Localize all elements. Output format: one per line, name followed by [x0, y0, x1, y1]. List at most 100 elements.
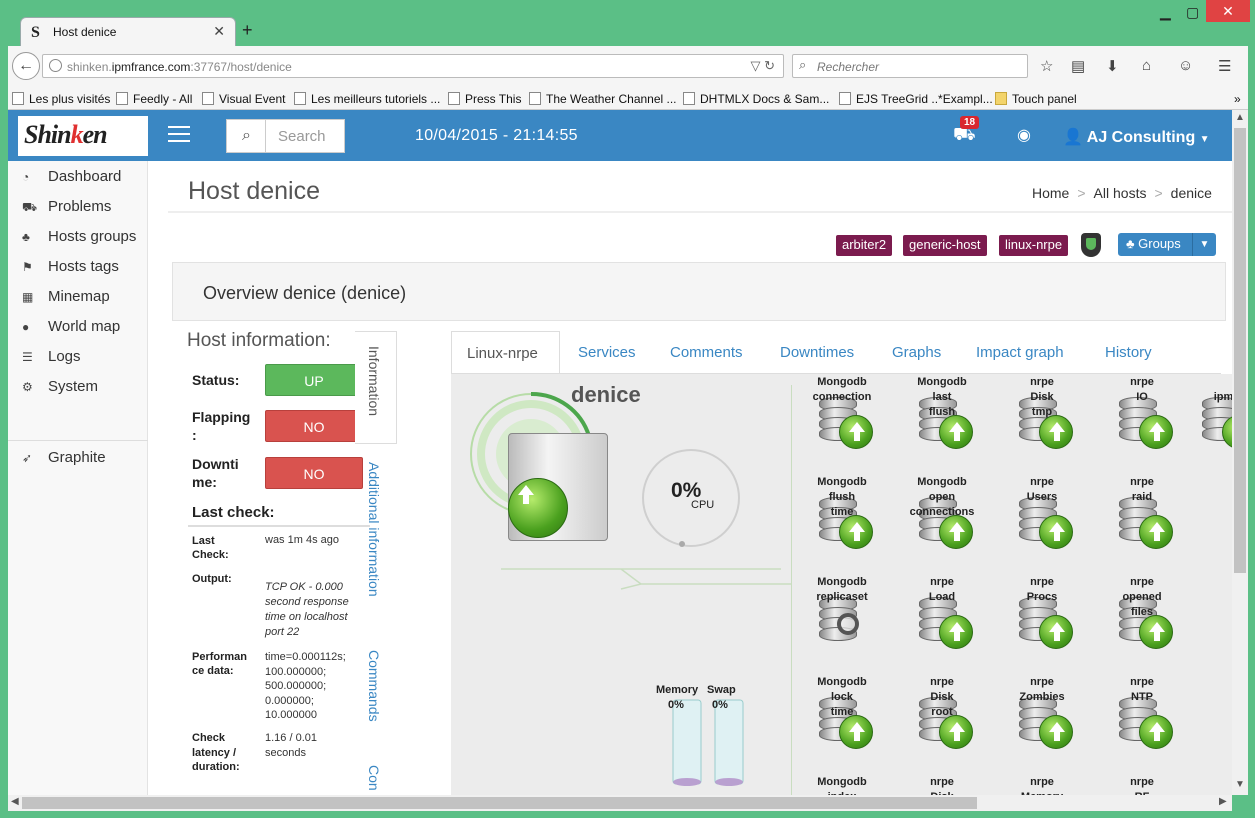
service-label	[1105, 705, 1179, 720]
bookmark-label: EJS TreeGrid ..*Exampl...	[856, 92, 993, 106]
service-icon-item[interactable]: nrpe NTP	[1105, 675, 1179, 755]
service-icon-item[interactable]: Mongodb flush time	[805, 475, 879, 555]
bookmark-item[interactable]: Les plus visités	[12, 92, 110, 106]
service-label: nrpe	[1030, 476, 1054, 488]
url-host: shinken.	[67, 60, 112, 74]
bookmark-label: The Weather Channel ...	[546, 92, 677, 106]
back-button[interactable]: ←	[12, 52, 40, 80]
maximize-window-button[interactable]: ▢	[1186, 4, 1199, 21]
close-tab-icon[interactable]: ✕	[213, 23, 225, 40]
vertical-scroll-thumb[interactable]	[1234, 128, 1246, 573]
service-label: Mongodb	[817, 576, 867, 588]
bookmarks-list-icon[interactable]: ▤	[1071, 57, 1085, 75]
service-icon-item[interactable]: Mongodb open connections	[905, 475, 979, 555]
bookmark-label: Les plus visités	[29, 92, 111, 106]
menu-icon[interactable]: ☰	[1218, 57, 1231, 75]
service-label: Mongodb	[817, 476, 867, 488]
bookmark-item[interactable]: Touch panel	[995, 92, 1077, 106]
service-icon-item[interactable]: Mongodb lock time	[805, 675, 879, 755]
bookmark-label: Touch panel	[1012, 92, 1077, 106]
service-label: time	[830, 706, 854, 718]
service-label: Users	[1026, 491, 1058, 503]
bookmark-item[interactable]: Feedly - All	[116, 92, 192, 106]
service-icon-item[interactable]: nrpeDisk	[905, 775, 979, 795]
service-icon-item[interactable]: nrpe Load	[905, 575, 979, 655]
service-icon-item[interactable]: Mongodbindex	[805, 775, 879, 795]
service-label: Mongodb	[917, 476, 967, 488]
scroll-down-icon[interactable]: ▼	[1235, 779, 1245, 790]
service-label	[805, 405, 879, 420]
service-label: lock	[830, 691, 853, 703]
service-icon-item[interactable]: nrpe IO	[1105, 375, 1179, 455]
service-icon-item[interactable]: nrpe Users	[1005, 475, 1079, 555]
shinken-page: Shinken ⌕ Search 10/04/2015 - 21:14:55 ⛟…	[8, 110, 1232, 795]
service-label: Disk	[930, 691, 954, 703]
search-icon: ⌕	[799, 57, 807, 72]
browser-tab-title: Host denice	[53, 25, 117, 39]
service-icon-item[interactable]: nrpe opened files	[1105, 575, 1179, 655]
service-label: nrpe	[930, 776, 954, 788]
service-icon-item[interactable]: Mongodb replicaset	[805, 575, 879, 655]
bookmark-label: Visual Event	[219, 92, 286, 106]
browser-tab[interactable]: S Host denice ✕	[20, 17, 236, 47]
services-grid: Mongodb connection Mongodb last flush nrpe Dis…	[8, 110, 1232, 795]
service-label	[1105, 405, 1179, 420]
service-icon-item[interactable]: nrpe Procs	[1005, 575, 1079, 655]
service-icon-item[interactable]: nrpe Disk root	[905, 675, 979, 755]
service-label: last	[932, 391, 952, 403]
horizontal-scroll-thumb[interactable]	[22, 797, 977, 809]
service-icon-item[interactable]: nrpe raid	[1105, 475, 1179, 555]
home-icon[interactable]: ⌂	[1142, 57, 1151, 74]
bookmark-item[interactable]: Visual Event	[202, 92, 286, 106]
service-label: Zombies	[1019, 691, 1065, 703]
service-label	[905, 605, 979, 620]
service-label: opened	[1122, 591, 1162, 603]
service-icon-item[interactable]: Mongodb last flush	[905, 375, 979, 455]
service-icon-item[interactable]: ipmi	[1188, 375, 1232, 455]
scroll-right-icon[interactable]: ▶	[1219, 796, 1227, 807]
url-path: :37767/host/denice	[190, 60, 292, 74]
bookmark-item[interactable]: Press This	[448, 92, 521, 106]
service-label: connection	[812, 391, 872, 403]
bookmark-label: DHTMLX Docs & Sam...	[700, 92, 830, 106]
service-label	[805, 605, 879, 620]
bookmark-star-icon[interactable]: ☆	[1040, 57, 1053, 75]
service-label	[1105, 505, 1179, 520]
bookmark-item[interactable]: EJS TreeGrid ..*Exampl...	[839, 92, 993, 106]
service-label: nrpe	[1030, 776, 1054, 788]
browser-search-bar[interactable]: ⌕ Rechercher	[792, 54, 1028, 78]
service-label: nrpe	[1130, 376, 1154, 388]
scroll-up-icon[interactable]: ▲	[1235, 112, 1245, 123]
service-label: Mongodb	[817, 376, 867, 388]
service-label: Mongodb	[817, 776, 867, 788]
service-icon-item[interactable]: nrpe Disk tmp	[1005, 375, 1079, 455]
reload-icon[interactable]: ▽ ↻	[750, 58, 775, 74]
service-label	[1188, 375, 1232, 390]
service-label: flush	[828, 491, 856, 503]
url-bar[interactable]: shinken.ipmfrance.com:37767/host/denice …	[42, 54, 784, 78]
service-icon-item[interactable]: Mongodb connection	[805, 375, 879, 455]
service-label: raid	[1131, 491, 1153, 503]
service-label: Procs	[1026, 591, 1058, 603]
service-label: open	[928, 491, 956, 503]
service-label: time	[830, 506, 854, 518]
new-tab-button[interactable]: +	[242, 20, 253, 41]
service-icon-item[interactable]: nrpeRF	[1105, 775, 1179, 795]
service-label: NTP	[1131, 691, 1153, 703]
chat-icon[interactable]: ☺	[1178, 57, 1193, 74]
service-label: ipmi	[1213, 391, 1232, 403]
bookmark-item[interactable]: The Weather Channel ...	[529, 92, 677, 106]
more-bookmarks-icon[interactable]: »	[1234, 92, 1241, 106]
service-icon-item[interactable]: nrpeMemory	[1005, 775, 1079, 795]
close-window-button[interactable]: ✕	[1206, 0, 1250, 22]
service-label: replicaset	[816, 591, 868, 603]
download-icon[interactable]: ⬇	[1106, 57, 1119, 75]
service-icon-item[interactable]: nrpe Zombies	[1005, 675, 1079, 755]
scroll-left-icon[interactable]: ◀	[11, 796, 19, 807]
bookmark-item[interactable]: Les meilleurs tutoriels ...	[294, 92, 440, 106]
service-label: root	[931, 706, 953, 718]
minimize-window-button[interactable]: ▁	[1160, 4, 1171, 21]
shinken-favicon-icon: S	[31, 24, 40, 41]
bookmark-label: Feedly - All	[133, 92, 193, 106]
bookmark-item[interactable]: DHTMLX Docs & Sam...	[683, 92, 829, 106]
